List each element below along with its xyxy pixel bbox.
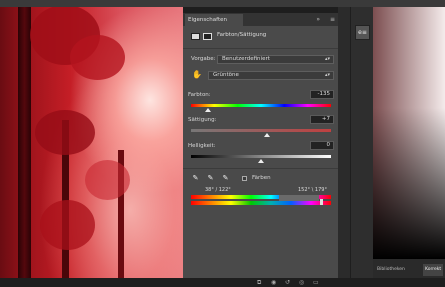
color-picker-field[interactable] <box>373 7 445 259</box>
tree-trunk <box>18 0 31 278</box>
saturation-slider-track[interactable] <box>191 129 331 132</box>
window-top-strip <box>0 0 445 7</box>
tab-adjustments[interactable]: Korrekt <box>423 264 444 276</box>
channel-value: Grüntöne <box>213 72 239 78</box>
lightness-slider-thumb[interactable] <box>258 159 264 163</box>
hue-slider-track[interactable] <box>191 104 331 107</box>
saturation-slider-thumb[interactable] <box>263 133 270 137</box>
range-handle[interactable] <box>320 199 323 205</box>
panel-menu-icon[interactable]: ≡ <box>330 14 335 26</box>
channel-dropdown[interactable]: Grüntöne ▴▾ <box>208 71 334 80</box>
properties-panel-button[interactable]: e≡ <box>355 25 370 40</box>
foliage <box>35 110 95 155</box>
colorize-label: Färben <box>252 175 271 181</box>
visibility-icon[interactable]: ◎ <box>299 279 304 286</box>
view-previous-icon[interactable]: ◉ <box>271 279 276 286</box>
dropdown-arrow-icon: ▴▾ <box>324 56 330 62</box>
hue-label: Farbton: <box>188 92 211 98</box>
range-left-values: 38° / 122° <box>205 187 231 193</box>
collapse-icon[interactable]: » <box>316 14 320 26</box>
foliage <box>70 35 125 80</box>
adjustment-title: Farbton/Sättigung <box>217 32 267 38</box>
dropdown-arrow-icon: ▴▾ <box>324 72 330 78</box>
tab-properties[interactable]: Eigenschaften <box>185 14 243 26</box>
panel-gutter <box>338 7 350 278</box>
tab-libraries[interactable]: Bibliotheken <box>375 264 407 276</box>
eyedropper-icon[interactable]: ✎ <box>191 174 200 183</box>
eyedropper-minus-icon[interactable]: ✎ <box>221 174 230 183</box>
photo-canvas <box>0 0 183 278</box>
properties-panel: Eigenschaften » ≡ Farbton/Sättigung Vorg… <box>183 13 338 286</box>
hue-input[interactable]: -135 <box>310 90 334 99</box>
clip-to-layer-icon[interactable]: ⧉ <box>257 279 261 287</box>
lightness-input[interactable]: 0 <box>310 141 334 150</box>
preset-label: Vorgabe: <box>191 56 216 62</box>
hue-slider-thumb[interactable] <box>204 108 211 112</box>
color-range-bar-bottom <box>191 201 331 205</box>
lightness-slider-track[interactable] <box>191 155 331 158</box>
lightness-label: Helligkeit: <box>188 143 216 149</box>
saturation-input[interactable]: +7 <box>310 115 334 124</box>
panel-tabbar: Eigenschaften » ≡ <box>183 13 338 26</box>
colorize-checkbox[interactable] <box>242 176 247 181</box>
adjustment-header: Farbton/Sättigung <box>191 31 331 43</box>
preset-value: Benutzerdefiniert <box>222 56 270 62</box>
saturation-label: Sättigung: <box>188 117 217 123</box>
reset-icon[interactable]: ↺ <box>285 279 290 286</box>
eyedropper-plus-icon[interactable]: ✎ <box>206 174 215 183</box>
divider <box>183 168 338 169</box>
preset-dropdown[interactable]: Benutzerdefiniert ▴▾ <box>217 55 334 64</box>
foliage <box>85 160 130 200</box>
foliage <box>40 200 95 250</box>
adjustment-layer-icon <box>191 33 200 40</box>
bottom-tabbar: Bibliotheken Korrekt <box>373 259 445 278</box>
right-toolbar: e≡ <box>351 7 373 278</box>
mask-icon[interactable] <box>203 33 212 40</box>
trash-icon[interactable]: ▭ <box>313 279 319 286</box>
divider <box>183 48 338 49</box>
range-right-values: 152° \ 179° <box>298 187 327 193</box>
on-image-adjust-hand-icon[interactable]: ✋ <box>192 70 202 79</box>
